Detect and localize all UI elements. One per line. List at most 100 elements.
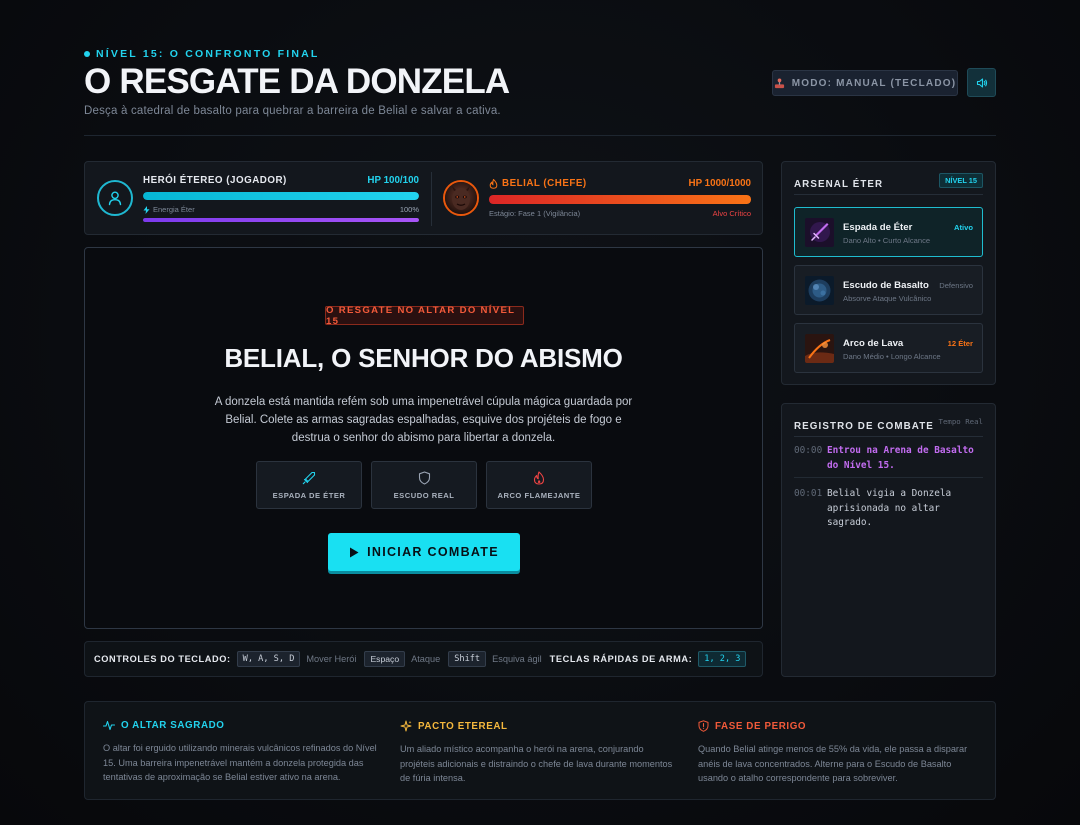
arsenal-level-badge: NÍVEL 15 [939, 173, 983, 188]
boss-name: BELIAL (CHEFE) [489, 178, 587, 189]
combat-log-panel: REGISTRO DE COMBATE Tempo Real 00:00 Ent… [781, 403, 996, 677]
status-bar: HERÓI ÉTEREO (JOGADOR) HP 100/100 Energi… [84, 161, 763, 235]
boss-hp-value: HP 1000/1000 [688, 178, 751, 189]
basalt-shield-icon [805, 276, 834, 305]
hero-status: HERÓI ÉTEREO (JOGADOR) HP 100/100 Energi… [97, 174, 419, 224]
combat-log-header: REGISTRO DE COMBATE Tempo Real [794, 416, 983, 437]
log-entry: 00:00 Entrou na Arena de Basalto do Níve… [794, 444, 983, 478]
key-attack-action: Ataque [411, 654, 441, 664]
ether-sword-icon [805, 218, 834, 247]
lore-footer: O ALTAR SAGRADO O altar foi erguido util… [84, 701, 996, 800]
arsenal-item-sub: Dano Alto • Curto Alcance [843, 236, 931, 245]
hotkeys-heading: TECLAS RÁPIDAS DE ARMA: [549, 654, 693, 664]
mode-toggle-button[interactable]: MODO: MANUAL (TECLADO) [772, 70, 958, 96]
weapon-card-shield[interactable]: ESCUDO REAL [371, 461, 477, 509]
controls-heading: CONTROLES DO TECLADO: [94, 654, 231, 664]
lava-bow-icon [805, 334, 834, 363]
play-icon [350, 547, 359, 557]
arsenal-item-name: Arco de Lava [843, 338, 904, 349]
key-dodge-action: Esquiva ágil [492, 654, 542, 664]
weapon-card-bow[interactable]: ARCO FLAMEJANTE [486, 461, 592, 509]
lore-card-heading: O ALTAR SAGRADO [103, 720, 378, 731]
lore-card-title: FASE DE PERIGO [715, 720, 807, 732]
boss-name-text: BELIAL (CHEFE) [502, 178, 587, 189]
key-move-action: Mover Herói [306, 654, 357, 664]
arsenal-item-tag: 12 Éter [947, 339, 973, 348]
sound-toggle-button[interactable] [967, 68, 996, 97]
lore-card-altar: O ALTAR SAGRADO O altar foi erguido util… [103, 720, 378, 785]
boss-hp-fill [489, 195, 751, 204]
flame-icon [533, 470, 545, 485]
arsenal-title: ARSENAL ÉTER [794, 179, 884, 190]
arena-panel: O RESGATE NO ALTAR DO NÍVEL 15 BELIAL, O… [84, 247, 763, 629]
hero-hp-value: HP 100/100 [367, 175, 419, 186]
weapon-card-label: ARCO FLAMEJANTE [497, 490, 581, 500]
lore-card-body: O altar foi erguido utilizando minerais … [103, 743, 377, 783]
status-divider [431, 172, 432, 226]
speaker-icon [976, 77, 987, 88]
bow-thumbnail [805, 334, 834, 363]
lore-card-body: Quando Belial atinge menos de 55% da vid… [698, 744, 968, 784]
lore-card-pact: PACTO ETEREAL Um aliado místico acompanh… [400, 720, 675, 786]
arena-description: A donzela está mantida refém sob uma imp… [214, 396, 633, 444]
arsenal-item-sub: Absorve Ataque Vulcânico [843, 294, 932, 303]
page-subtitle: Desça à catedral de basalto para quebrar… [84, 105, 501, 117]
sword-icon [302, 471, 316, 484]
lore-card-heading: FASE DE PERIGO [698, 720, 973, 732]
level-tag-label: NÍVEL 15: O CONFRONTO FINAL [96, 48, 320, 60]
arsenal-item-bow[interactable]: Arco de Lava Dano Médio • Longo Alcance … [794, 323, 983, 373]
boss-stage: Estágio: Fase 1 (Vigilância) [489, 209, 581, 218]
hero-energy-bar [143, 218, 419, 222]
lore-card-title: O ALTAR SAGRADO [121, 720, 225, 731]
arena-badge: O RESGATE NO ALTAR DO NÍVEL 15 [325, 305, 524, 327]
start-combat-button[interactable]: INICIAR COMBATE [328, 533, 520, 571]
demon-face-icon [445, 182, 477, 214]
lore-card-title: PACTO ETEREAL [418, 720, 508, 732]
boss-critical-label: Alvo Crítico [712, 209, 751, 218]
hero-name: HERÓI ÉTEREO (JOGADOR) [143, 175, 287, 186]
weapon-card-sword[interactable]: ESPADA DE ÉTER [256, 461, 362, 509]
hotkeys-keys: 1, 2, 3 [698, 651, 747, 667]
arsenal-panel: ARSENAL ÉTER NÍVEL 15 Espada de Éter Dan… [781, 161, 996, 385]
weapon-card-label: ESCUDO REAL [393, 490, 455, 500]
arsenal-header: ARSENAL ÉTER NÍVEL 15 [794, 173, 983, 195]
hero-energy-text: Energia Éter [153, 205, 195, 214]
shield-thumbnail [805, 276, 834, 305]
key-dodge: Shift [448, 651, 487, 667]
keyboard-controls-bar: CONTROLES DO TECLADO: W, A, S, D Mover H… [84, 641, 763, 677]
log-entry-time: 00:00 [794, 445, 823, 456]
boss-avatar [443, 180, 479, 216]
page-header: NÍVEL 15: O CONFRONTO FINAL O RESGATE DA… [84, 48, 996, 136]
hero-avatar [97, 180, 133, 216]
hero-energy-label: Energia Éter [143, 205, 195, 214]
joystick-icon [774, 78, 784, 88]
arsenal-item-name: Espada de Éter [843, 222, 913, 233]
level-dot-icon [84, 51, 90, 57]
sword-thumbnail [805, 218, 834, 247]
lightning-icon [143, 205, 150, 214]
combat-log-realtime: Tempo Real [938, 417, 984, 426]
boss-hp-bar [489, 195, 751, 204]
hero-hp-fill [143, 192, 419, 200]
arsenal-item-sub: Dano Médio • Longo Alcance [843, 352, 941, 361]
weapon-card-label: ESPADA DE ÉTER [272, 490, 346, 500]
hero-hp-bar [143, 192, 419, 200]
combat-log-title: REGISTRO DE COMBATE [794, 421, 934, 432]
arena-title: BELIAL, O SENHOR DO ABISMO [224, 343, 623, 373]
shield-alert-icon [698, 720, 709, 732]
sparkles-icon [400, 720, 412, 732]
log-entry-text: Entrou na Arena de Basalto do Nível 15. [827, 445, 974, 471]
key-move: W, A, S, D [236, 651, 301, 667]
arsenal-item-tag: Defensivo [939, 281, 973, 290]
key-attack: Espaço [364, 651, 406, 667]
arsenal-item-sword[interactable]: Espada de Éter Dano Alto • Curto Alcance… [794, 207, 983, 257]
lore-card-body: Um aliado místico acompanha o herói na a… [400, 744, 673, 784]
log-entry-text: Belial vigia a Donzela aprisionada no al… [827, 488, 952, 528]
level-tag: NÍVEL 15: O CONFRONTO FINAL [84, 48, 996, 60]
mode-label: MODO: MANUAL (TECLADO) [791, 77, 957, 89]
arsenal-item-tag: Ativo [954, 223, 973, 232]
log-entry-time: 00:01 [794, 488, 823, 499]
hero-energy-pct: 100% [399, 205, 419, 214]
arsenal-item-shield[interactable]: Escudo de Basalto Absorve Ataque Vulcâni… [794, 265, 983, 315]
boss-status: BELIAL (CHEFE) HP 1000/1000 Estágio: Fas… [443, 174, 751, 224]
